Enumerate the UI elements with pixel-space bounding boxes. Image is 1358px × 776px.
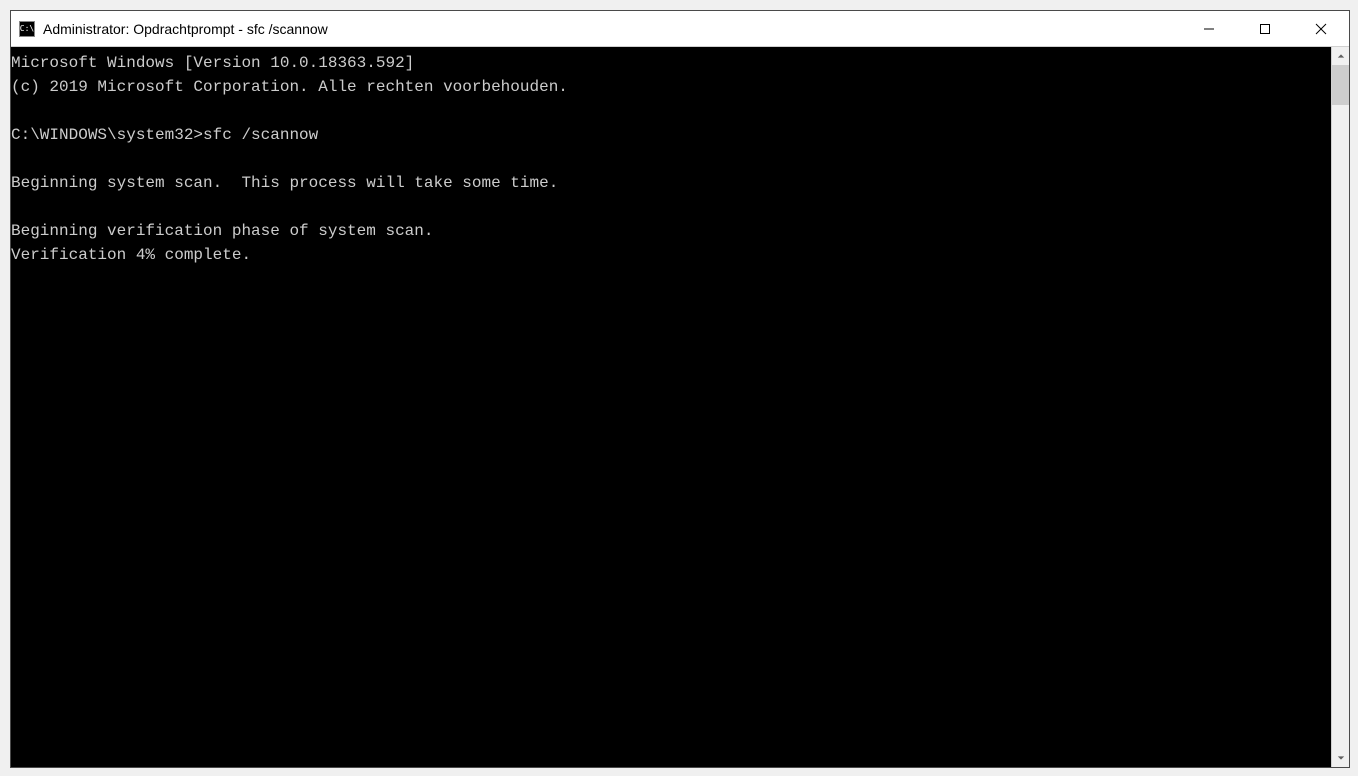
window-title: Administrator: Opdrachtprompt - sfc /sca…: [43, 21, 1181, 37]
close-icon: [1315, 23, 1327, 35]
app-icon: C:\: [19, 21, 35, 37]
maximize-icon: [1259, 23, 1271, 35]
maximize-button[interactable]: [1237, 11, 1293, 46]
scroll-thumb[interactable]: [1332, 65, 1349, 105]
minimize-icon: [1203, 23, 1215, 35]
close-button[interactable]: [1293, 11, 1349, 46]
vertical-scrollbar[interactable]: [1331, 47, 1349, 767]
scroll-down-button[interactable]: [1332, 749, 1349, 767]
titlebar[interactable]: C:\ Administrator: Opdrachtprompt - sfc …: [11, 11, 1349, 47]
scroll-track[interactable]: [1332, 65, 1349, 749]
chevron-up-icon: [1337, 52, 1345, 60]
console-output[interactable]: Microsoft Windows [Version 10.0.18363.59…: [11, 47, 1331, 767]
minimize-button[interactable]: [1181, 11, 1237, 46]
command-prompt-window: C:\ Administrator: Opdrachtprompt - sfc …: [10, 10, 1350, 768]
chevron-down-icon: [1337, 754, 1345, 762]
scroll-up-button[interactable]: [1332, 47, 1349, 65]
content-area: Microsoft Windows [Version 10.0.18363.59…: [11, 47, 1349, 767]
window-controls: [1181, 11, 1349, 46]
